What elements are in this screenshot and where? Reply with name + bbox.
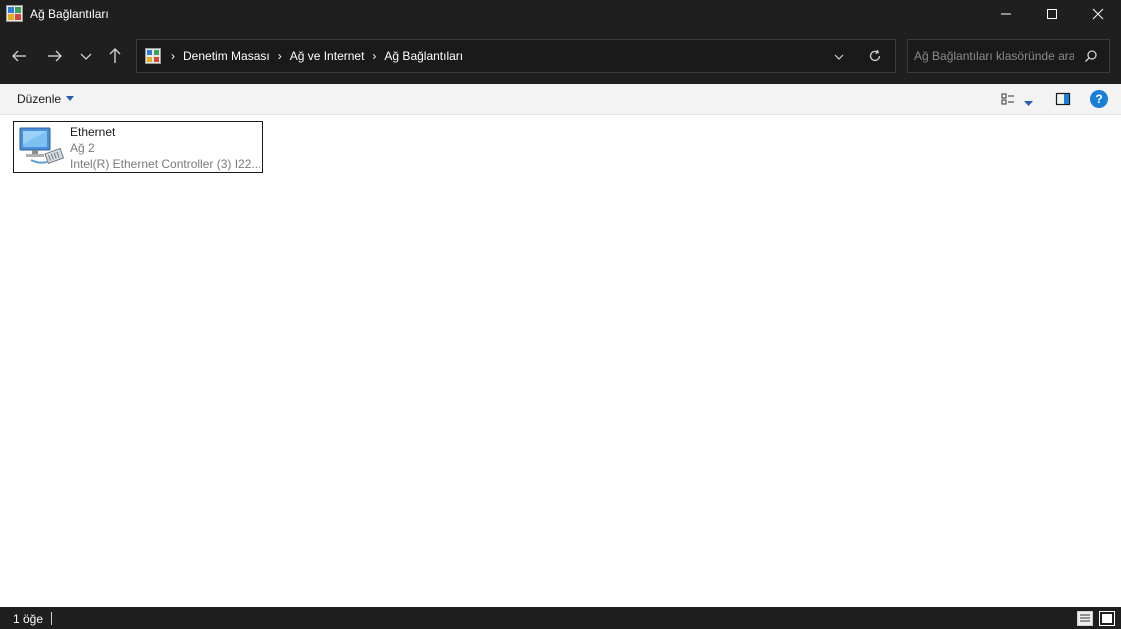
breadcrumb-network-internet[interactable]: Ağ ve Internet [290,49,365,63]
address-history-button[interactable] [833,51,845,65]
breadcrumb-control-panel[interactable]: Denetim Masası [183,49,270,63]
file-list-area[interactable]: Ethernet Ağ 2 Intel(R) Ethernet Controll… [0,115,1121,607]
close-button[interactable] [1075,0,1121,28]
organize-label: Düzenle [17,92,62,106]
help-button[interactable]: ? [1090,90,1108,108]
recent-locations-button[interactable] [78,46,100,66]
item-adapter: Intel(R) Ethernet Controller (3) I22... [70,157,260,171]
search-box[interactable] [907,39,1110,73]
item-name: Ethernet [70,125,116,139]
breadcrumb-network-connections[interactable]: Ağ Bağlantıları [384,49,463,63]
arrow-right-icon [48,50,62,62]
organize-button[interactable]: Düzenle [17,92,75,106]
view-options-icon [1001,93,1014,105]
chevron-right-icon[interactable]: › [372,49,376,63]
large-icons-view-icon [1099,611,1115,626]
caret-down-icon [1024,101,1033,106]
breadcrumb: › Denetim Masası › Ağ ve Internet › Ağ B… [167,40,463,72]
title-bar: Ağ Bağlantıları [0,0,1121,28]
search-icon[interactable] [1084,49,1098,66]
item-network: Ağ 2 [70,141,95,155]
network-connections-icon [6,5,23,22]
chevron-right-icon[interactable]: › [171,49,175,63]
view-menu-caret[interactable] [1024,96,1033,110]
change-view-button[interactable] [1000,92,1016,109]
preview-pane-button[interactable] [1055,92,1071,109]
caret-down-icon [66,96,75,101]
forward-button[interactable] [44,46,66,66]
preview-pane-icon [1055,92,1071,106]
arrow-left-icon [12,50,26,62]
chevron-right-icon[interactable]: › [278,49,282,63]
navigation-bar: › Denetim Masası › Ağ ve Internet › Ağ B… [0,28,1121,84]
control-panel-icon [145,48,161,64]
item-count: 1 öğe [13,612,44,626]
address-bar[interactable]: › Denetim Masası › Ağ ve Internet › Ağ B… [136,39,896,73]
maximize-icon [1047,9,1057,19]
ethernet-adapter-icon [17,124,65,170]
minimize-icon [1001,13,1011,15]
back-button[interactable] [9,46,31,66]
chevron-down-icon [80,53,92,60]
status-bar: 1 öğe [0,607,1121,629]
up-button[interactable] [104,46,126,66]
refresh-button[interactable] [868,49,882,66]
chevron-down-icon [834,54,844,60]
maximize-button[interactable] [1029,0,1075,28]
large-icons-view-button[interactable] [1099,611,1115,629]
window-title: Ağ Bağlantıları [30,7,109,21]
details-view-icon [1077,611,1093,626]
minimize-button[interactable] [983,0,1029,28]
command-bar: Düzenle ? [0,84,1121,115]
status-divider [51,612,52,625]
close-icon [1092,8,1104,20]
item-details: Ethernet Ağ 2 Intel(R) Ethernet Controll… [70,124,260,172]
refresh-icon [869,49,881,62]
arrow-up-icon [109,48,121,63]
details-view-button[interactable] [1077,611,1093,629]
search-input[interactable] [914,48,1074,64]
list-item[interactable]: Ethernet Ağ 2 Intel(R) Ethernet Controll… [13,121,263,173]
